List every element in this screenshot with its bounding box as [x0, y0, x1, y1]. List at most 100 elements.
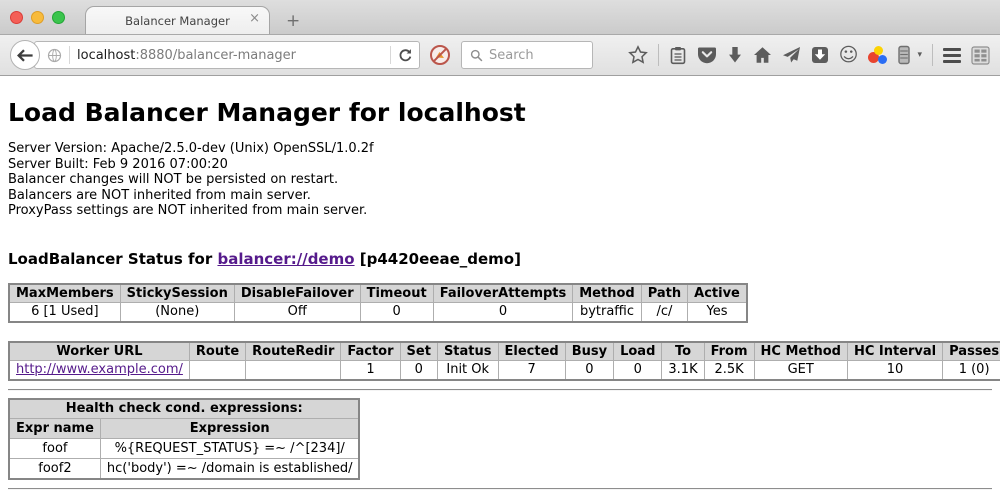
- header-cell: Set: [400, 342, 437, 361]
- url-path: :8880/balancer-manager: [135, 48, 296, 63]
- toolbar-divider: [658, 44, 659, 66]
- header-cell: Elected: [498, 342, 565, 361]
- expression-cell: hc('body') =~ /domain is established/: [100, 459, 359, 479]
- table-header-row: Health check cond. expressions:: [9, 399, 359, 419]
- data-cell: (None): [120, 303, 234, 322]
- server-version-line: Server Version: Apache/2.5.0-dev (Unix) …: [8, 141, 992, 157]
- back-icon: [17, 49, 33, 62]
- data-cell: [246, 361, 341, 380]
- divider: [8, 488, 992, 490]
- data-cell: bytraffic: [573, 303, 641, 322]
- url-domain: localhost: [77, 48, 135, 63]
- traffic-lights: [10, 11, 65, 24]
- plugin-blocked-icon[interactable]: [429, 44, 451, 66]
- table-row: foof %{REQUEST_STATUS} =~ /^[234]/: [9, 439, 359, 459]
- header-cell: Busy: [565, 342, 613, 361]
- data-cell: 1: [341, 361, 400, 380]
- data-cell: 0: [360, 303, 433, 322]
- urlbar-divider: [69, 46, 70, 64]
- window-minimize-button[interactable]: [31, 11, 44, 24]
- header-cell: Passes: [943, 342, 1000, 361]
- download-icon[interactable]: [727, 46, 743, 64]
- table-row: foof2 hc('body') =~ /domain is establish…: [9, 459, 359, 479]
- bookmark-star-icon[interactable]: [628, 45, 648, 65]
- tiles-icon[interactable]: [971, 46, 990, 65]
- balancer-demo-link[interactable]: balancer://demo: [217, 250, 354, 268]
- table-header-row: MaxMembers StickySession DisableFailover…: [9, 284, 747, 303]
- header-cell: Factor: [341, 342, 400, 361]
- table-row: 6 [1 Used] (None) Off 0 0 bytraffic /c/ …: [9, 303, 747, 322]
- inherit-notice-line: Balancers are NOT inherited from main se…: [8, 188, 992, 204]
- table-row: http://www.example.com/ 1 0 Init Ok 7 0 …: [9, 361, 1000, 380]
- home-icon[interactable]: [753, 46, 772, 64]
- reload-button[interactable]: [398, 48, 413, 63]
- search-icon: [470, 49, 483, 62]
- header-cell: To: [662, 342, 704, 361]
- divider: [8, 389, 992, 391]
- status-heading: LoadBalancer Status for balancer://demo …: [8, 250, 992, 268]
- menu-icon[interactable]: [943, 48, 961, 63]
- color-dots-icon[interactable]: [868, 46, 887, 65]
- url-bar[interactable]: localhost:8880/balancer-manager: [34, 41, 420, 69]
- header-cell: RouteRedir: [246, 342, 341, 361]
- data-cell: 7: [498, 361, 565, 380]
- tab-title: Balancer Manager: [125, 14, 230, 28]
- data-cell: 0: [433, 303, 573, 322]
- header-cell: Route: [189, 342, 245, 361]
- header-cell: Method: [573, 284, 641, 303]
- header-cell: MaxMembers: [9, 284, 120, 303]
- header-cell: StickySession: [120, 284, 234, 303]
- container-icon[interactable]: [897, 45, 911, 65]
- send-tab-icon[interactable]: [782, 46, 801, 64]
- window-zoom-button[interactable]: [52, 11, 65, 24]
- new-tab-button[interactable]: +: [286, 13, 300, 30]
- data-cell: 2.5K: [704, 361, 754, 380]
- search-placeholder: Search: [489, 48, 534, 63]
- smiley-icon[interactable]: ☺: [839, 45, 859, 65]
- header-cell: Worker URL: [9, 342, 189, 361]
- toolbar-icons: ☺ ▾: [628, 44, 990, 66]
- header-cell: HC Method: [754, 342, 847, 361]
- data-cell: 0: [400, 361, 437, 380]
- table-header-row: Worker URL Route RouteRedir Factor Set S…: [9, 342, 1000, 361]
- tab-balancer-manager[interactable]: Balancer Manager ×: [85, 6, 270, 34]
- back-button[interactable]: [10, 40, 40, 70]
- pocket-icon[interactable]: [697, 46, 717, 65]
- expression-cell: %{REQUEST_STATUS} =~ /^[234]/: [100, 439, 359, 459]
- data-cell: 10: [847, 361, 942, 380]
- save-box-icon[interactable]: [811, 46, 829, 64]
- table-header-row: Expr name Expression: [9, 419, 359, 439]
- data-cell: /c/: [641, 303, 687, 322]
- data-cell: 6 [1 Used]: [9, 303, 120, 322]
- data-cell: 0: [614, 361, 662, 380]
- titlebar: Balancer Manager × +: [0, 0, 1000, 35]
- url-text: localhost:8880/balancer-manager: [77, 48, 383, 63]
- header-cell: DisableFailover: [234, 284, 360, 303]
- header-cell: Path: [641, 284, 687, 303]
- reading-list-icon[interactable]: [669, 46, 687, 65]
- header-cell: Active: [688, 284, 747, 303]
- page-title: Load Balancer Manager for localhost: [8, 98, 992, 127]
- data-cell: Off: [234, 303, 360, 322]
- page-content: Load Balancer Manager for localhost Serv…: [0, 98, 1000, 490]
- worker-url-link[interactable]: http://www.example.com/: [16, 362, 183, 377]
- expr-name-cell: foof: [9, 439, 100, 459]
- data-cell: Init Ok: [437, 361, 498, 380]
- status-heading-suffix: [p4420eeae_demo]: [360, 250, 521, 268]
- header-cell: HC Interval: [847, 342, 942, 361]
- data-cell: GET: [754, 361, 847, 380]
- header-cell: Timeout: [360, 284, 433, 303]
- header-cell: From: [704, 342, 754, 361]
- chevron-down-icon[interactable]: ▾: [917, 50, 922, 60]
- search-bar[interactable]: Search: [461, 41, 593, 69]
- window-close-button[interactable]: [10, 11, 23, 24]
- data-cell: 3.1K: [662, 361, 704, 380]
- expr-name-cell: foof2: [9, 459, 100, 479]
- balancer-settings-table: MaxMembers StickySession DisableFailover…: [8, 283, 748, 323]
- worker-url-cell: http://www.example.com/: [9, 361, 189, 380]
- tab-close-icon[interactable]: ×: [249, 12, 260, 26]
- toolbar-divider: [932, 44, 933, 66]
- proxypass-notice-line: ProxyPass settings are NOT inherited fro…: [8, 203, 992, 219]
- health-check-table: Health check cond. expressions: Expr nam…: [8, 398, 360, 480]
- data-cell: 1 (0): [943, 361, 1000, 380]
